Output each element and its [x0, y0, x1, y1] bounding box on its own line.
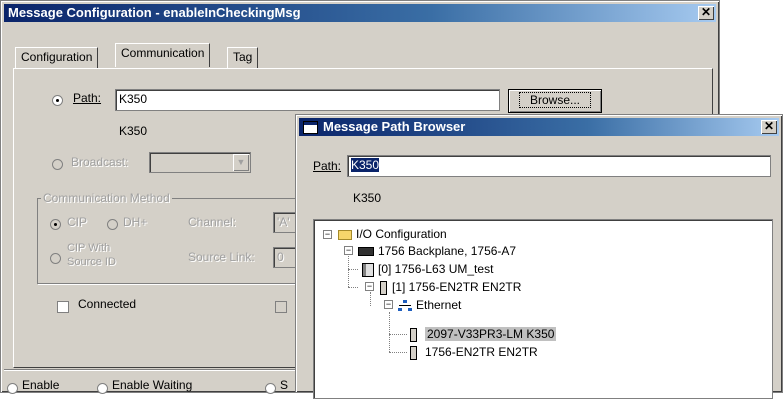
- path-input[interactable]: K350: [115, 89, 500, 111]
- channel-label: Channel:: [188, 215, 237, 229]
- tree-node-label: 1756 Backplane, 1756-A7: [378, 244, 517, 258]
- path-radio[interactable]: [52, 93, 63, 107]
- message-path-browser-dialog: Message Path Browser ✕ Path: K350 K350 −…: [295, 114, 783, 399]
- tab-configuration[interactable]: Configuration: [15, 47, 99, 69]
- cip-source-label-1: CIP With: [67, 242, 111, 254]
- module-icon: [410, 327, 417, 342]
- browser-title-text: Message Path Browser: [323, 119, 466, 134]
- cip-source-label-2: Source ID: [67, 256, 116, 268]
- app-icon: [303, 120, 318, 134]
- tab-tag[interactable]: Tag: [227, 47, 259, 69]
- tree-node-ethernet[interactable]: Ethernet: [398, 297, 461, 313]
- browser-path-input[interactable]: K350: [347, 155, 771, 177]
- browser-path-label: Path:: [313, 159, 342, 173]
- tree-line: [348, 269, 358, 270]
- collapse-icon[interactable]: −: [323, 230, 332, 239]
- browser-path-text: K350: [351, 158, 380, 172]
- broadcast-radio[interactable]: [52, 157, 63, 171]
- tree-node-label: [1] 1756-EN2TR EN2TR: [392, 280, 522, 294]
- status-enable-waiting: Enable Waiting: [112, 378, 193, 392]
- cip-radio[interactable]: [50, 217, 61, 231]
- cache-checkbox[interactable]: [275, 299, 287, 313]
- tree-node-label: [0] 1756-L63 UM_test: [378, 262, 494, 276]
- tree-line: [389, 312, 390, 352]
- path-radio-dot[interactable]: [52, 95, 63, 107]
- status-enable: Enable: [22, 378, 60, 392]
- cip-label: CIP: [67, 215, 88, 229]
- path-label: Path:: [73, 91, 102, 105]
- module-icon: [410, 345, 417, 360]
- backplane-icon: [358, 247, 374, 257]
- tree-node-en2tr-2[interactable]: 1756-EN2TR EN2TR: [410, 344, 538, 360]
- collapse-icon[interactable]: −: [384, 300, 393, 309]
- tree-node-backplane[interactable]: 1756 Backplane, 1756-A7: [358, 243, 516, 259]
- dhplus-radio[interactable]: [107, 217, 118, 231]
- tab-communication[interactable]: Communication: [115, 43, 211, 67]
- tree-node-io-configuration[interactable]: I/O Configuration: [338, 226, 447, 242]
- tree-line: [389, 352, 407, 353]
- module-icon: [380, 280, 387, 295]
- folder-icon: [338, 229, 352, 240]
- browser-title-bar[interactable]: Message Path Browser ✕: [299, 118, 779, 136]
- main-title-bar[interactable]: Message Configuration - enableInChecking…: [4, 4, 716, 22]
- tree-line: [370, 292, 371, 306]
- collapse-icon[interactable]: −: [365, 282, 374, 291]
- tree-node-k350[interactable]: 2097-V33PR3-LM K350: [410, 326, 557, 342]
- broadcast-dropdown[interactable]: ▼: [149, 152, 251, 173]
- browser-path-resolved: K350: [353, 191, 382, 205]
- connected-label: Connected: [78, 297, 137, 311]
- tree-line: [348, 287, 358, 288]
- close-icon[interactable]: ✕: [698, 6, 714, 20]
- close-icon[interactable]: ✕: [761, 120, 777, 134]
- dropdown-arrow-icon: ▼: [233, 154, 249, 171]
- tree-node-label: Ethernet: [416, 298, 462, 312]
- network-icon: [398, 299, 412, 312]
- comm-method-group: [37, 198, 319, 284]
- controller-icon: [362, 262, 374, 277]
- connected-checkbox[interactable]: [57, 299, 69, 313]
- browse-button-label: Browse...: [529, 93, 580, 107]
- tree-node-en2tr[interactable]: [1] 1756-EN2TR EN2TR: [380, 279, 521, 295]
- tree-node-label-selected: 2097-V33PR3-LM K350: [425, 327, 557, 341]
- path-resolved-text: K350: [119, 124, 148, 138]
- broadcast-label: Broadcast:: [71, 155, 129, 169]
- source-link-label: Source Link:: [188, 250, 255, 264]
- comm-method-legend: Communication Method: [41, 191, 172, 205]
- cip-source-radio[interactable]: [50, 251, 61, 265]
- dhplus-label: DH+: [123, 215, 148, 229]
- module-tree[interactable]: − − − − I/O Configuration 1756 Backplane…: [313, 219, 773, 399]
- tree-node-controller[interactable]: [0] 1756-L63 UM_test: [362, 261, 493, 277]
- tree-node-label: I/O Configuration: [356, 227, 447, 241]
- status-start: S: [280, 378, 289, 392]
- tree-node-label: 1756-EN2TR EN2TR: [425, 345, 538, 359]
- tree-line: [389, 334, 407, 335]
- main-title-text: Message Configuration - enableInChecking…: [8, 5, 301, 20]
- browse-button[interactable]: Browse...: [508, 89, 602, 113]
- collapse-icon[interactable]: −: [344, 246, 353, 255]
